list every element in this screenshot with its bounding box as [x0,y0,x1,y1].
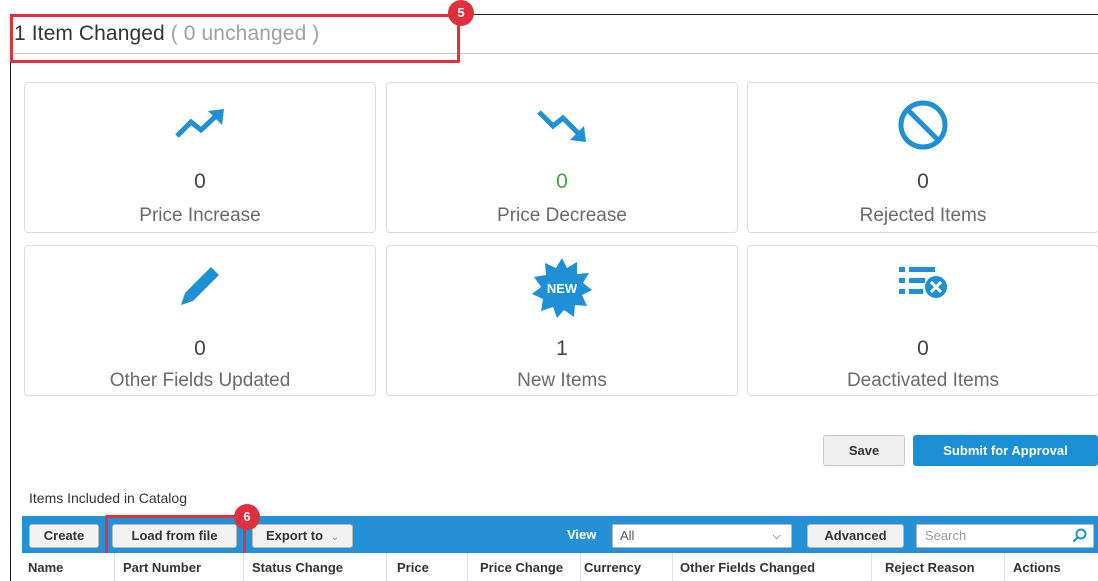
pencil-icon [25,258,375,314]
column-divider [580,553,581,581]
new-badge-icon: NEW [387,258,737,318]
new-badge-text: NEW [547,281,578,296]
tile-label: Other Fields Updated [109,370,291,391]
chevron-down-icon: ⌵ [772,530,781,542]
tile-deactivated-items[interactable]: 0 Deactivated Items [747,245,1098,396]
column-header-price[interactable]: Price [397,553,429,581]
column-divider [114,553,115,581]
items-section-label: Items Included in Catalog [29,490,187,506]
advanced-button[interactable]: Advanced [807,524,904,548]
list-remove-icon [748,254,1098,310]
column-divider [672,553,673,581]
save-button[interactable]: Save [823,435,905,466]
tile-label: Price Decrease [497,205,627,226]
prohibited-icon [748,97,1098,153]
tile-label: Deactivated Items [846,370,1000,391]
tile-count: 0 [917,170,929,193]
column-header-other-fields-changed[interactable]: Other Fields Changed [680,553,815,581]
search-placeholder: Search [925,528,967,543]
trend-down-icon [387,97,737,153]
column-header-reject-reason[interactable]: Reject Reason [885,553,975,581]
column-divider [871,553,872,581]
tile-count: 0 [917,337,929,360]
search-input[interactable]: Search [916,524,1094,548]
tile-rejected-items[interactable]: 0 Rejected Items [747,82,1098,233]
column-divider [386,553,387,581]
callout-badge-5: 5 [448,0,474,26]
tile-price-decrease[interactable]: 0 Price Decrease [386,82,738,233]
tile-price-increase[interactable]: 0 Price Increase [24,82,376,233]
column-divider [467,553,468,581]
tile-count: 0 [556,170,568,193]
view-select-value: All [620,528,635,543]
column-header-actions[interactable]: Actions [1013,553,1061,581]
column-header-status-change[interactable]: Status Change [252,553,343,581]
column-header-name[interactable]: Name [28,553,63,581]
submit-for-approval-button[interactable]: Submit for Approval [913,435,1098,466]
tile-label: Rejected Items [859,205,987,226]
column-header-part-number[interactable]: Part Number [123,553,201,581]
tile-label: New Items [517,370,607,391]
view-label: View [567,527,597,542]
tile-count: 1 [556,337,568,360]
export-to-button[interactable]: Export to ⌄ [252,524,353,548]
tile-label: Price Increase [139,205,261,226]
create-button[interactable]: Create [29,524,99,548]
tile-new-items[interactable]: NEW 1 New Items [386,245,738,396]
export-to-label: Export to [265,528,324,543]
tile-count: 0 [194,337,206,360]
tile-count: 0 [194,170,206,193]
column-divider [243,553,244,581]
view-select[interactable]: All ⌵ [612,524,792,548]
tile-other-fields-updated[interactable]: 0 Other Fields Updated [24,245,376,396]
column-divider [1004,553,1005,581]
items-table-header: Name Part Number Status Change Price Pri… [22,553,1098,581]
frame-border-left [10,14,11,581]
search-icon[interactable] [1072,528,1087,550]
column-header-price-change[interactable]: Price Change [480,553,563,581]
chevron-down-icon: ⌄ [330,532,340,543]
callout-badge-6: 6 [234,504,260,530]
trend-up-icon [25,97,375,153]
callout-highlight-title [10,14,460,63]
column-header-currency[interactable]: Currency [584,553,641,581]
